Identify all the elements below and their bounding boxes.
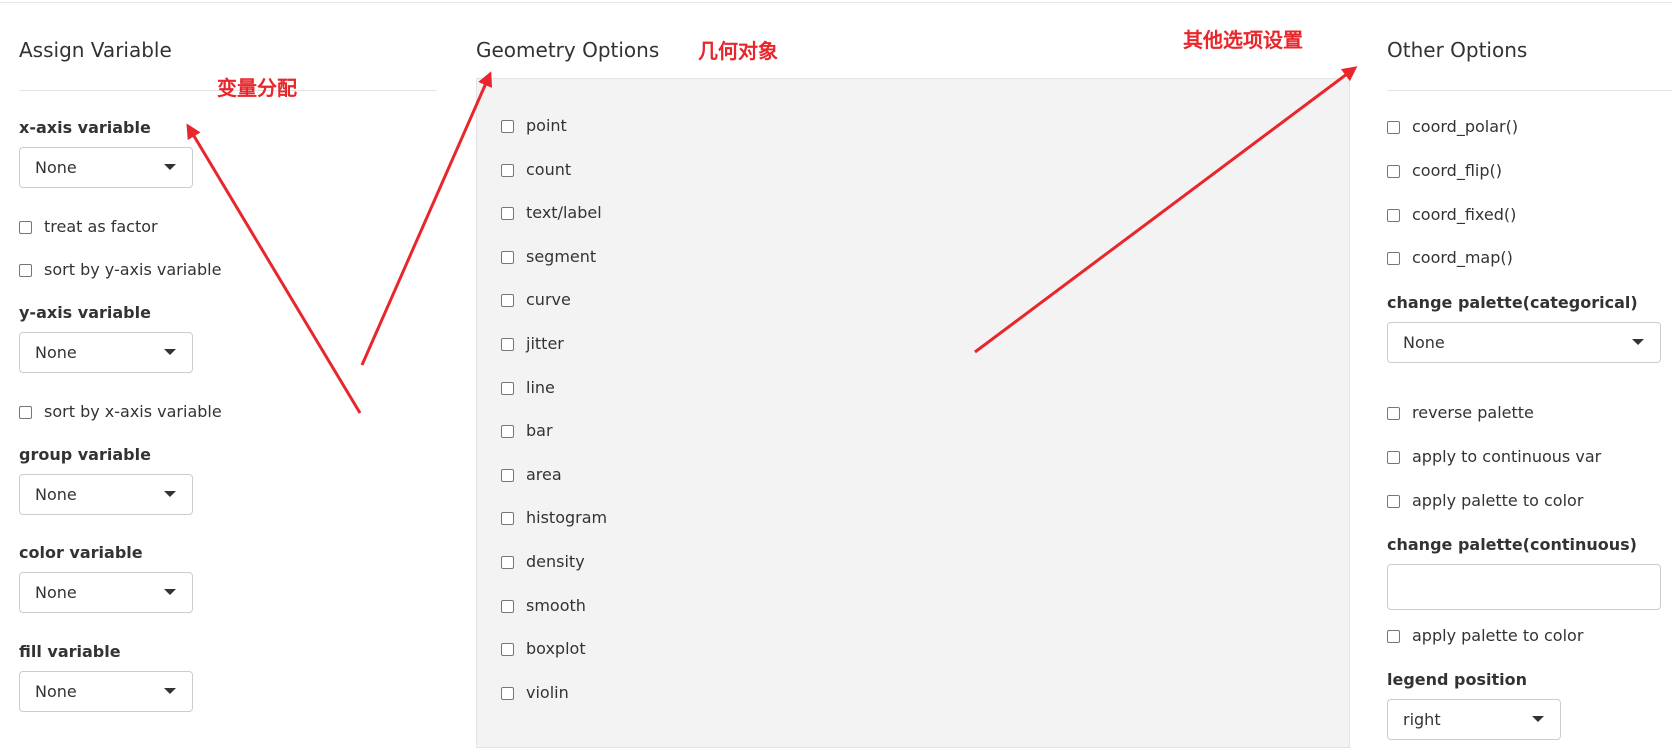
arrow-to-x-axis-variable <box>186 123 362 414</box>
arrow-to-other-options <box>974 66 1358 354</box>
arrow-to-geometry-options <box>360 71 493 366</box>
annotation-arrows <box>186 66 1358 414</box>
